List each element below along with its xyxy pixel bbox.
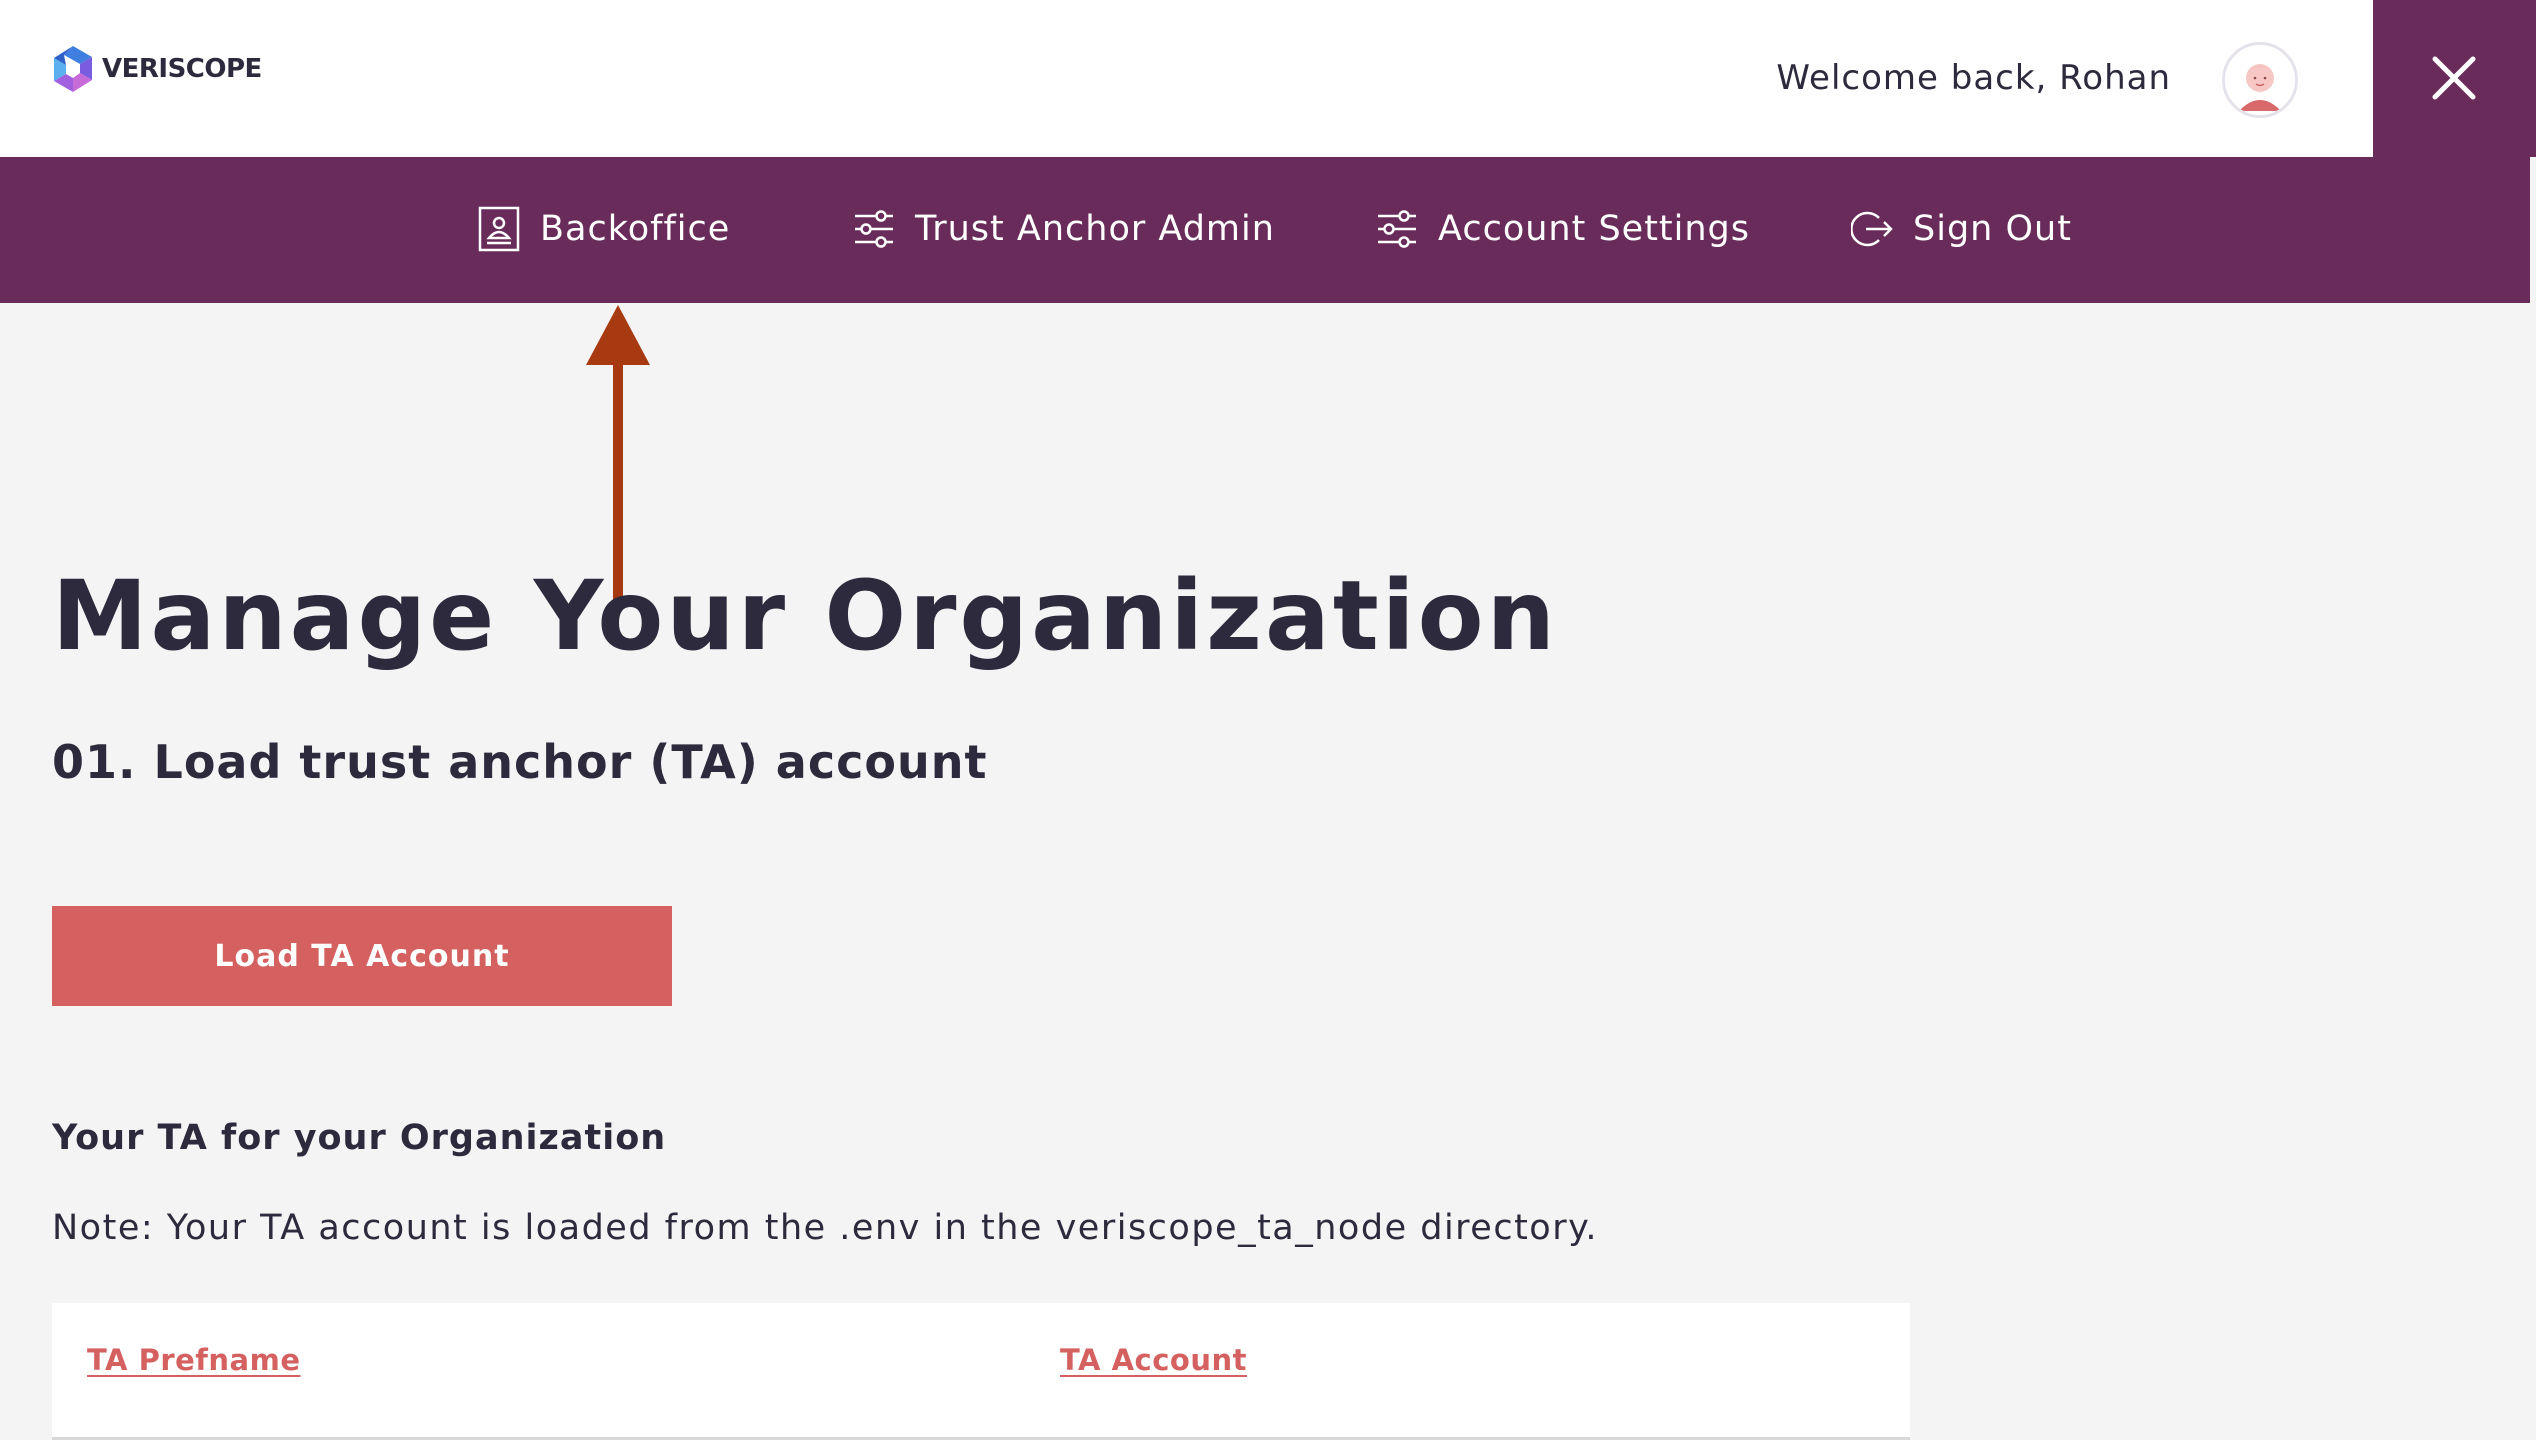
ta-section-heading: Your TA for your Organization (52, 1118, 667, 1158)
main-navigation: Backoffice Trust Anchor Admin Account Se… (0, 157, 2530, 303)
nav-item-trust-anchor-admin[interactable]: Trust Anchor Admin (853, 201, 1275, 257)
close-icon (2432, 56, 2476, 100)
user-avatar[interactable] (2222, 42, 2298, 118)
nav-item-account-settings[interactable]: Account Settings (1376, 201, 1750, 257)
load-ta-account-button[interactable]: Load TA Account (52, 906, 672, 1006)
id-card-icon (478, 206, 520, 252)
column-header-ta-account[interactable]: TA Account (1060, 1343, 1247, 1377)
ta-table: TA Prefname TA Account (52, 1303, 1910, 1440)
nav-item-backoffice[interactable]: Backoffice (478, 201, 730, 257)
ta-note-text: Note: Your TA account is loaded from the… (52, 1208, 1598, 1248)
top-header: VERISCOPE Welcome back, Rohan (0, 0, 2373, 158)
close-menu-button[interactable] (2373, 0, 2536, 157)
sign-out-icon (1851, 211, 1893, 247)
nav-item-label: Sign Out (1913, 209, 2072, 249)
avatar-icon (2225, 45, 2295, 115)
column-header-ta-prefname[interactable]: TA Prefname (87, 1343, 301, 1377)
veriscope-logo[interactable]: VERISCOPE (50, 44, 262, 94)
nav-item-label: Backoffice (540, 209, 731, 249)
sliders-icon (1378, 210, 1416, 248)
veriscope-logo-icon (54, 46, 92, 92)
section-title: 01. Load trust anchor (TA) account (52, 735, 988, 789)
welcome-message: Welcome back, Rohan (1776, 58, 2171, 98)
annotation-arrow-icon (586, 305, 650, 601)
nav-item-sign-out[interactable]: Sign Out (1851, 201, 2072, 257)
nav-item-label: Trust Anchor Admin (915, 209, 1275, 249)
page-title: Manage Your Organization (52, 560, 1558, 672)
brand-name: VERISCOPE (102, 54, 262, 84)
nav-item-label: Account Settings (1438, 209, 1750, 249)
sliders-icon (855, 210, 893, 248)
